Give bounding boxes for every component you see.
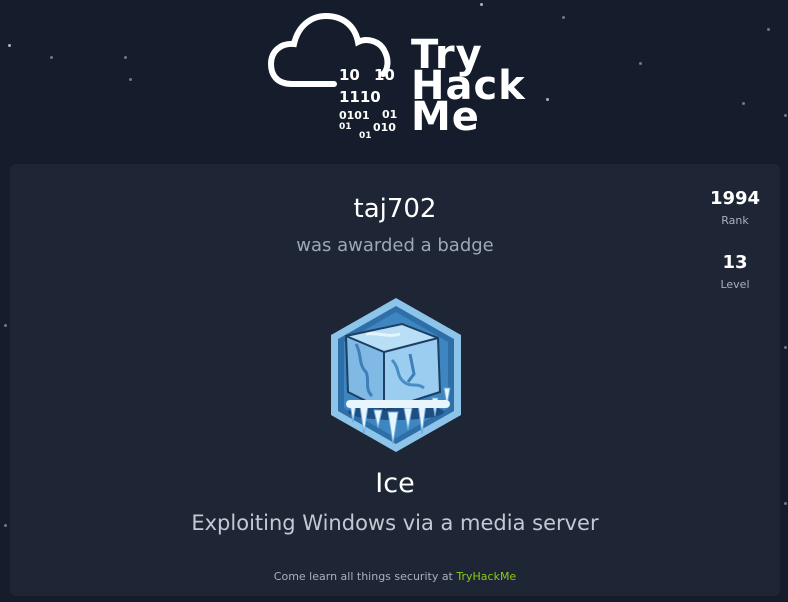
star-decoration (129, 78, 132, 81)
binary-digits: 01 (382, 108, 398, 121)
star-decoration (784, 346, 787, 349)
binary-digits: 010 (373, 121, 396, 134)
footer-text: Come learn all things security at (273, 570, 453, 583)
badge-description: Exploiting Windows via a media server (191, 511, 599, 535)
star-decoration (480, 3, 483, 6)
binary-digits: 01 (359, 131, 372, 141)
rank-stat: 1994 Rank (700, 188, 770, 227)
level-value: 13 (722, 252, 748, 273)
badge-share-page: 10 10 1110 0101 01 01 010 01 Try Hack Me… (0, 0, 788, 602)
cloud-icon (268, 12, 391, 87)
star-decoration (784, 114, 787, 117)
binary-digits: 1110 (339, 88, 381, 106)
award-subtitle: was awarded a badge (296, 235, 494, 256)
star-decoration (4, 524, 7, 527)
binary-digits: 01 (339, 122, 352, 132)
username: taj702 (353, 194, 437, 224)
star-decoration (639, 62, 642, 65)
rank-label: Rank (721, 214, 749, 227)
tryhackme-logo[interactable]: 10 10 1110 0101 01 01 010 01 Try Hack Me (268, 8, 528, 154)
badge-card: taj702 was awarded a badge 1994 Rank 13 … (10, 164, 780, 596)
binary-digits: 0101 (339, 109, 370, 122)
tryhackme-link[interactable]: TryHackMe (456, 570, 516, 583)
rank-value: 1994 (709, 188, 761, 209)
footer: Come learn all things security at TryHac… (10, 570, 780, 583)
star-decoration (4, 324, 7, 327)
star-decoration (8, 44, 11, 47)
star-decoration (50, 56, 53, 59)
ice-cube-badge-icon (326, 294, 466, 458)
binary-digits: 10 (374, 66, 395, 84)
star-decoration (784, 502, 787, 505)
level-label: Level (720, 278, 750, 291)
badge-name: Ice (375, 468, 415, 499)
star-decoration (562, 16, 565, 19)
binary-digits: 10 (339, 66, 360, 84)
star-decoration (546, 98, 549, 101)
brand-wordmark: Try Hack Me (411, 32, 526, 140)
star-decoration (124, 56, 127, 59)
level-stat: 13 Level (700, 252, 770, 291)
star-decoration (767, 28, 770, 31)
star-decoration (742, 102, 745, 105)
